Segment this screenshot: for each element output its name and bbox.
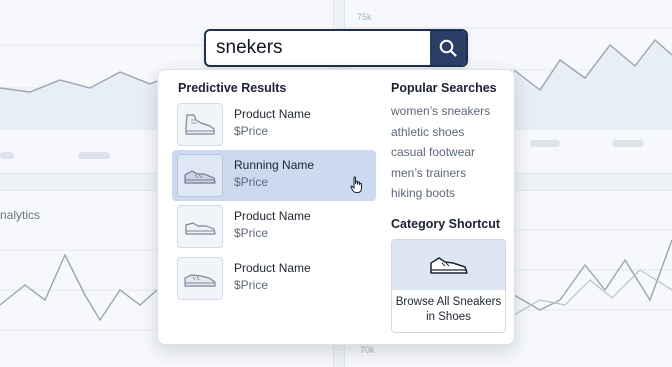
search-icon (439, 39, 457, 57)
search-bar (204, 29, 468, 67)
result-price: $Price (234, 226, 269, 240)
legend-pill (530, 140, 560, 147)
predictive-results-heading: Predictive Results (178, 81, 287, 95)
popular-search-link[interactable]: men’s trainers (391, 166, 466, 180)
result-name: Product Name (234, 209, 311, 223)
hand-cursor-icon (350, 176, 362, 193)
legend-pill (0, 152, 14, 159)
axis-tick-label: 75k (357, 12, 372, 22)
axis-tick-label: 70k (360, 345, 375, 355)
result-item[interactable]: Product Name $Price (172, 253, 376, 304)
search-input[interactable] (206, 31, 432, 65)
sneaker-icon (392, 240, 505, 290)
popular-search-link[interactable]: women’s sneakers (391, 104, 490, 118)
result-name: Running Name (234, 158, 315, 172)
low-sneaker-icon (177, 205, 223, 248)
result-name: Product Name (234, 107, 311, 121)
result-item[interactable]: Product Name $Price (172, 99, 376, 150)
search-button[interactable] (430, 31, 466, 65)
legend-pill (612, 140, 644, 147)
running-shoe-icon (177, 154, 223, 197)
category-shortcut-heading: Category Shortcut (391, 217, 501, 231)
high-top-sneaker-icon (177, 103, 223, 146)
popular-search-link[interactable]: casual footwear (391, 145, 475, 159)
result-name: Product Name (234, 261, 311, 275)
category-shortcut-label: Browse All Sneakers in Shoes (395, 296, 502, 323)
result-price: $Price (234, 278, 269, 292)
search-suggestions-dropdown: Predictive Results Product Name $Price R… (157, 69, 515, 345)
legend-pill (78, 152, 110, 159)
popular-searches-heading: Popular Searches (391, 81, 497, 95)
result-price: $Price (234, 124, 269, 138)
category-shortcut-card[interactable]: Browse All Sneakers in Shoes (391, 239, 506, 333)
boat-shoe-icon (177, 257, 223, 300)
result-price: $Price (234, 175, 269, 189)
panel-caption: nalytics (0, 208, 41, 222)
result-item-selected[interactable]: Running Name $Price (172, 150, 376, 201)
result-item[interactable]: Product Name $Price (172, 201, 376, 252)
popular-search-link[interactable]: athletic shoes (391, 125, 464, 139)
popular-search-link[interactable]: hiking boots (391, 186, 455, 200)
